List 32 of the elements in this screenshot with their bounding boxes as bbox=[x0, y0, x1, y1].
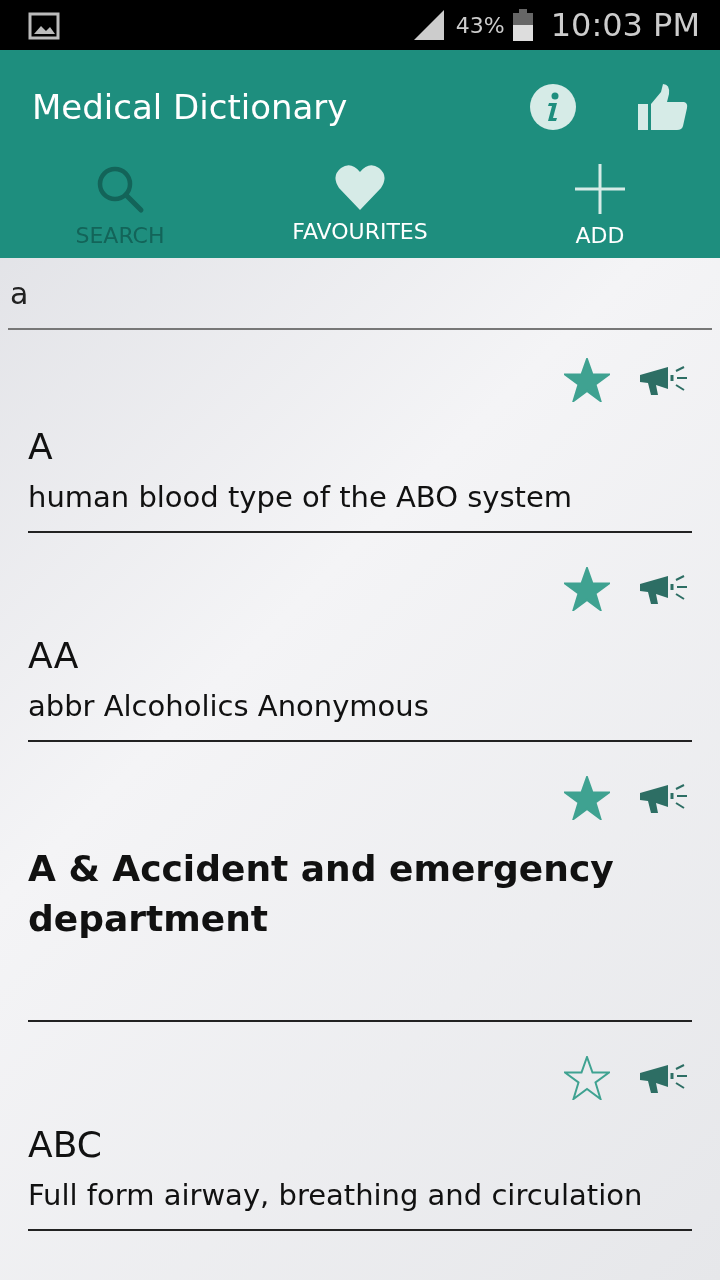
entry-definition: Full form airway, breathing and circulation bbox=[28, 1177, 644, 1213]
entry-term: AA bbox=[28, 635, 80, 676]
entry-card[interactable]: AA abbr Alcoholics Anonymous bbox=[28, 557, 692, 742]
star-icon[interactable] bbox=[564, 776, 610, 820]
heart-icon bbox=[335, 164, 385, 210]
clock: 10:03 PM bbox=[550, 6, 700, 44]
battery-level: 43% bbox=[455, 12, 505, 38]
info-icon[interactable] bbox=[530, 84, 576, 130]
entry-term: A & Accident and emergency department bbox=[28, 847, 615, 941]
megaphone-icon[interactable] bbox=[640, 365, 688, 395]
entry-card[interactable]: A & Accident and emergency department bbox=[28, 766, 692, 1022]
tab[interactable]: FAVOURITES bbox=[240, 164, 480, 258]
entry-term: ABC bbox=[28, 1124, 103, 1165]
search-icon bbox=[95, 164, 145, 214]
megaphone-icon[interactable] bbox=[640, 783, 688, 813]
star-icon[interactable] bbox=[564, 1056, 610, 1100]
megaphone-icon[interactable] bbox=[640, 574, 688, 604]
star-icon[interactable] bbox=[564, 358, 610, 402]
image-icon bbox=[28, 12, 60, 40]
search-field[interactable]: a bbox=[8, 258, 712, 330]
thumbs-up-icon[interactable] bbox=[638, 84, 688, 130]
entry-definition: abbr Alcoholics Anonymous bbox=[28, 688, 430, 724]
battery-icon bbox=[512, 9, 533, 41]
plus-icon bbox=[575, 164, 625, 214]
entry-term: A bbox=[28, 426, 54, 467]
tab[interactable]: ADD bbox=[480, 164, 720, 258]
star-icon[interactable] bbox=[564, 567, 610, 611]
entry-card[interactable]: A human blood type of the ABO system bbox=[28, 348, 692, 533]
entry-definition: human blood type of the ABO system bbox=[28, 479, 574, 515]
entry-card[interactable]: ABC Full form airway, breathing and circulation bbox=[28, 1046, 692, 1231]
megaphone-icon[interactable] bbox=[640, 1063, 688, 1093]
app-title: Medical Dictionary bbox=[32, 87, 349, 127]
